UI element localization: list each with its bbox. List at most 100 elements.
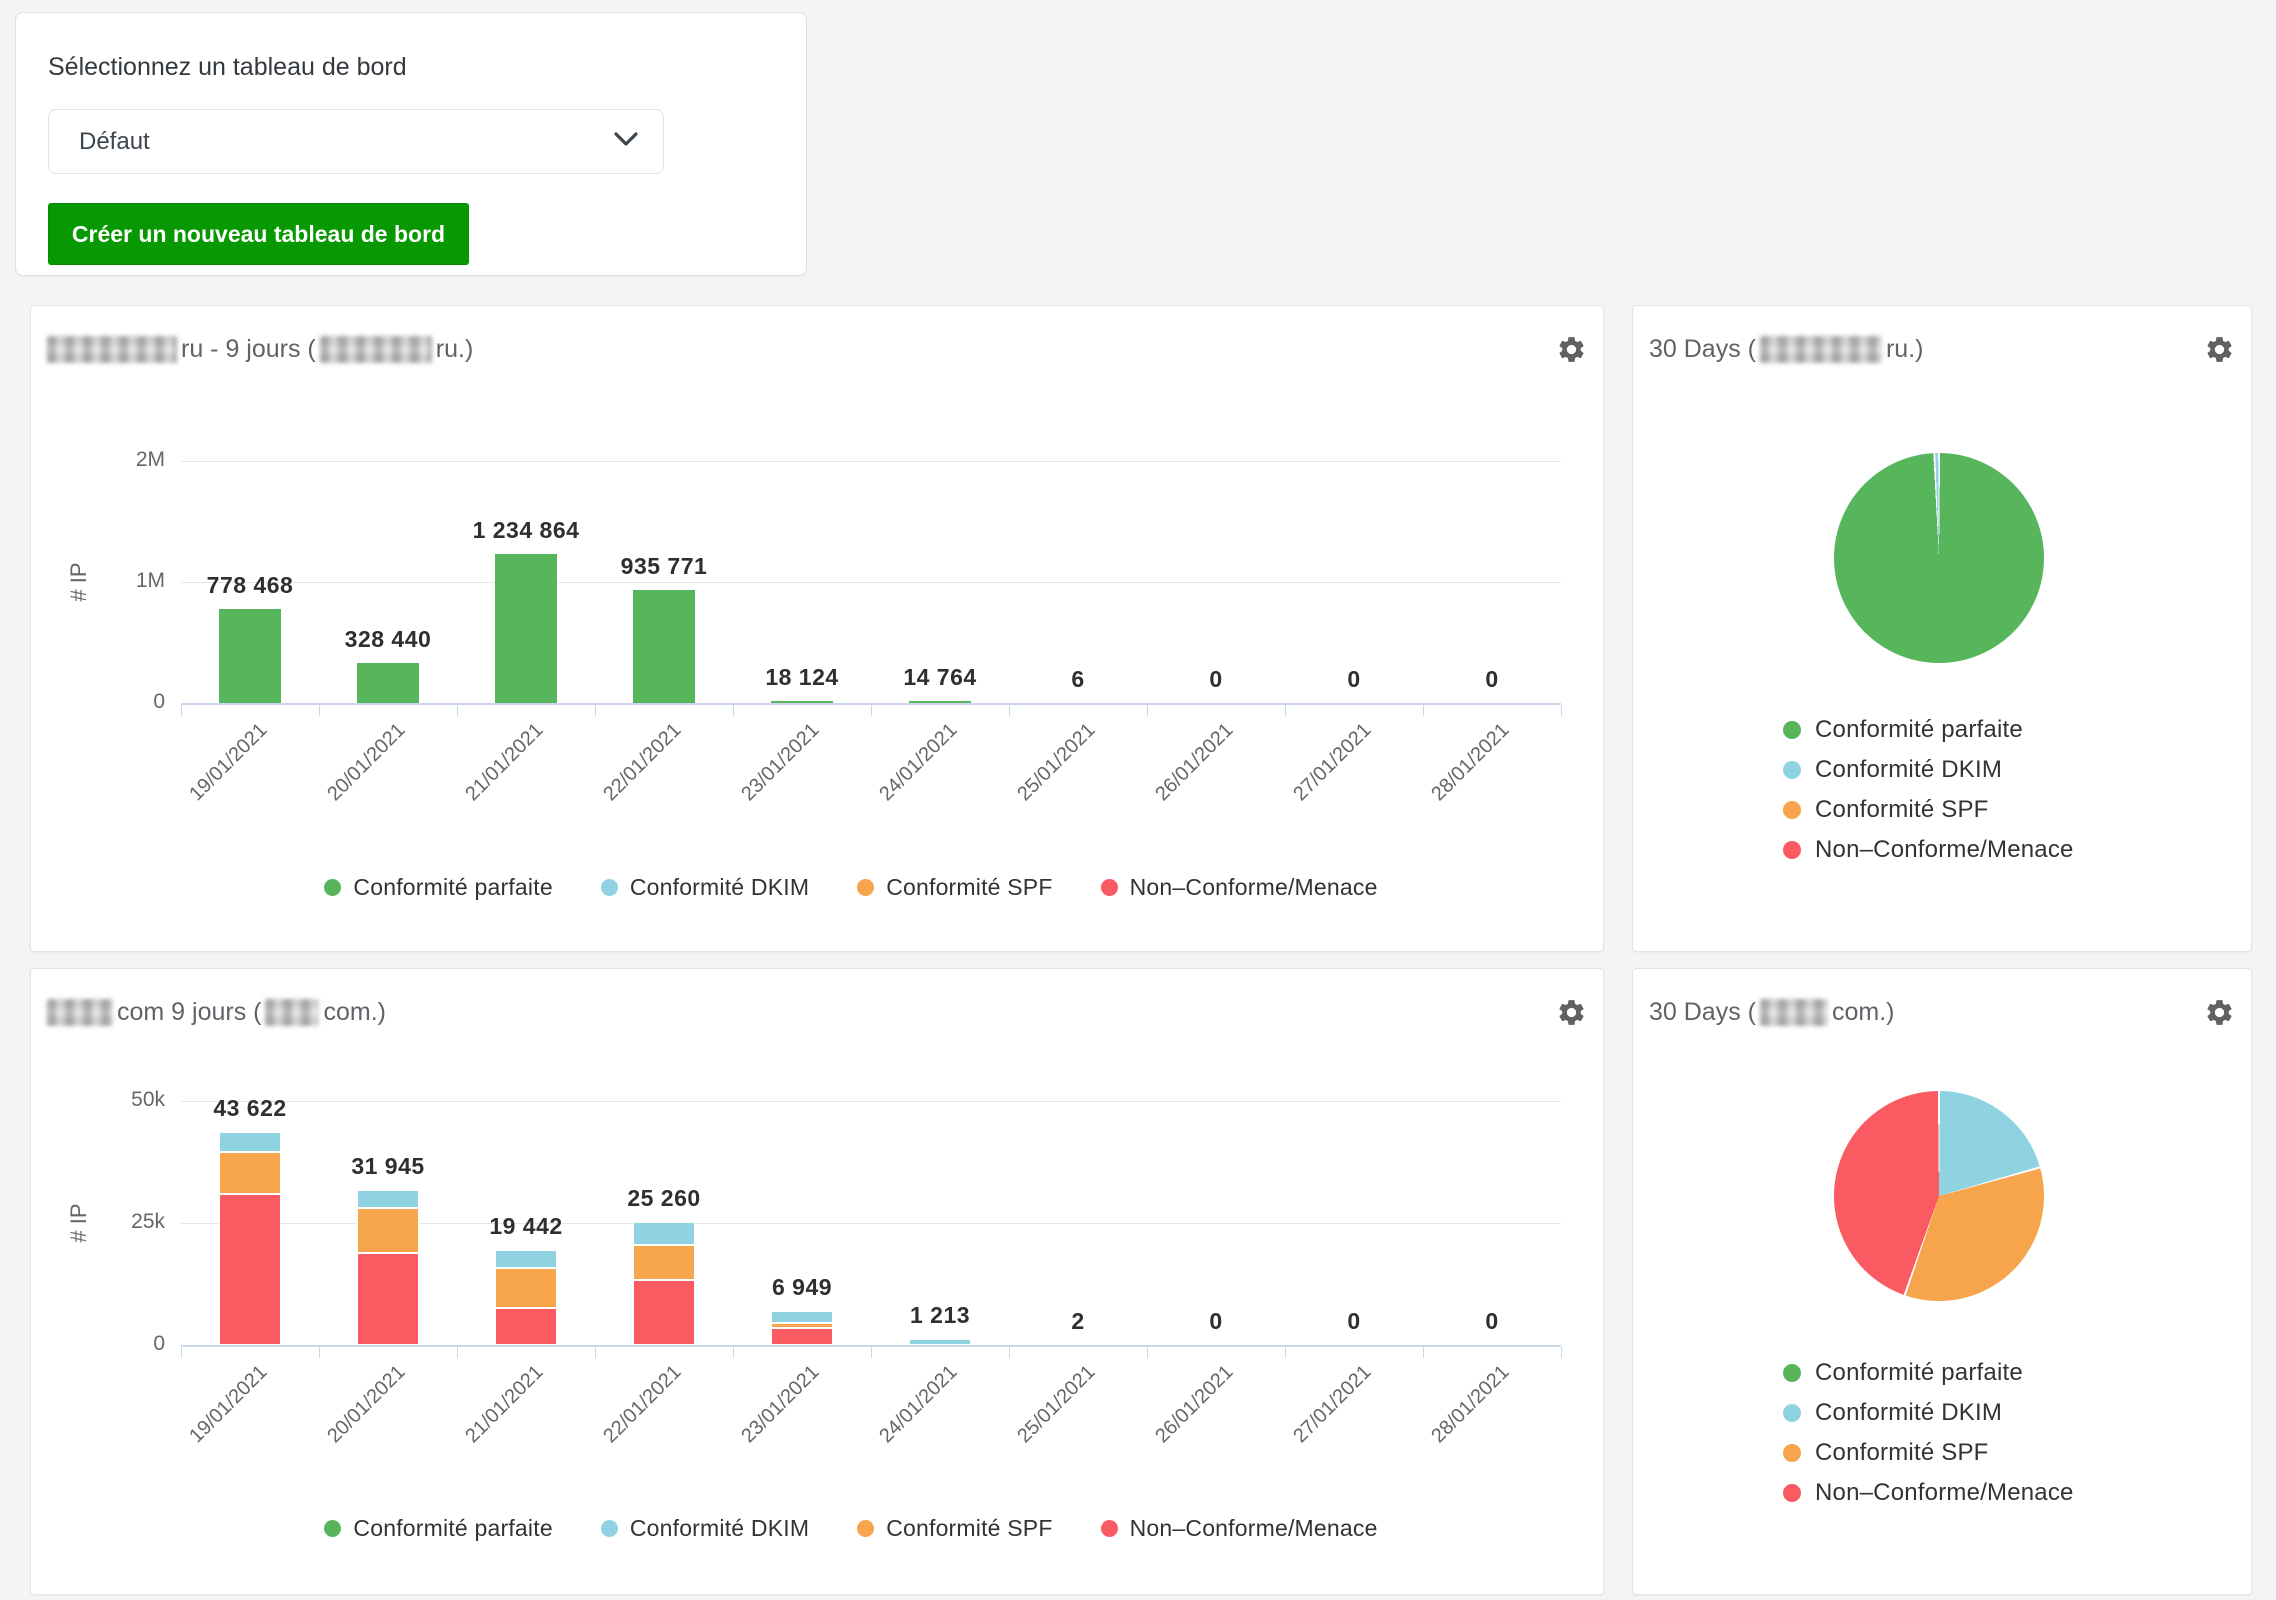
x-axis-tick	[1423, 705, 1425, 716]
legend-swatch-orange	[1783, 1444, 1801, 1462]
bar-value-label: 0	[1402, 666, 1582, 693]
bar-segment[interactable]	[219, 1152, 281, 1194]
gridline	[181, 1101, 1561, 1102]
pie-legend: Conformité parfaite Conformité DKIM Conf…	[1783, 1359, 2074, 1507]
bar-segment[interactable]	[357, 663, 419, 703]
y-axis-title: # IP	[66, 522, 92, 642]
x-axis-tick	[871, 1347, 873, 1358]
legend-item-conformite-dkim[interactable]: Conformité DKIM	[1783, 756, 2074, 784]
bar-segment[interactable]	[357, 1190, 419, 1208]
gear-icon[interactable]	[2204, 997, 2235, 1028]
dashboard-select-value: Défaut	[79, 128, 150, 156]
legend-label: Conformité parfaite	[353, 874, 552, 901]
bar-value-label: 31 945	[298, 1153, 478, 1180]
dashboard-selector-panel: Sélectionnez un tableau de bord Défaut C…	[15, 12, 807, 276]
legend-item-conformite-spf[interactable]: Conformité SPF	[857, 874, 1052, 901]
bar-segment[interactable]	[633, 1280, 695, 1345]
y-axis-tick-label: 1M	[103, 569, 165, 593]
legend-label: Conformité SPF	[1815, 1439, 1989, 1467]
legend-item-conformite-dkim[interactable]: Conformité DKIM	[601, 874, 809, 901]
bar-chart-card-ru: ru - 9 jours ( ru.) 2M1M0# IP778 46819/0…	[30, 305, 1604, 952]
legend-item-non-conforme[interactable]: Non–Conforme/Menace	[1101, 874, 1378, 901]
redacted-domain-text	[1760, 336, 1882, 363]
bar-segment[interactable]	[495, 1308, 557, 1345]
bar-segment[interactable]	[909, 1339, 971, 1345]
legend-item-non-conforme[interactable]: Non–Conforme/Menace	[1783, 1479, 2074, 1507]
legend-label: Non–Conforme/Menace	[1130, 1515, 1378, 1542]
y-axis-title: # IP	[66, 1163, 92, 1283]
x-axis-date-label: 19/01/2021	[150, 719, 272, 841]
chart-title: 30 Days ( com.)	[1649, 995, 1894, 1029]
bar-segment[interactable]	[633, 1245, 695, 1280]
pie-chart[interactable]	[1834, 1091, 2044, 1301]
legend-item-non-conforme[interactable]: Non–Conforme/Menace	[1783, 836, 2074, 864]
dashboard-select[interactable]: Défaut	[48, 109, 664, 174]
legend-item-conformite-parfaite[interactable]: Conformité parfaite	[324, 1515, 552, 1542]
x-axis-date-label: 24/01/2021	[840, 1361, 962, 1483]
bar-segment[interactable]	[495, 554, 557, 703]
legend-item-conformite-parfaite[interactable]: Conformité parfaite	[324, 874, 552, 901]
x-axis-date-label: 20/01/2021	[288, 1361, 410, 1483]
legend-item-conformite-spf[interactable]: Conformité SPF	[1783, 796, 2074, 824]
chart-title: ru - 9 jours ( ru.)	[47, 332, 473, 366]
x-axis-date-label: 23/01/2021	[702, 719, 824, 841]
legend-item-conformite-dkim[interactable]: Conformité DKIM	[601, 1515, 809, 1542]
x-axis-tick	[457, 705, 459, 716]
bar-segment[interactable]	[633, 1222, 695, 1245]
gear-icon[interactable]	[1556, 997, 1587, 1028]
bar-segment[interactable]	[771, 1328, 833, 1345]
x-axis-date-label: 25/01/2021	[978, 1361, 1100, 1483]
bar-value-label: 328 440	[298, 626, 478, 653]
legend-label: Conformité parfaite	[1815, 1359, 2023, 1387]
bar-segment[interactable]	[219, 1194, 281, 1345]
x-axis-tick	[1147, 705, 1149, 716]
redacted-domain-text	[320, 336, 432, 363]
bar-chart-card-com: com 9 jours ( com.) 50k25k0# IP43 62219/…	[30, 968, 1604, 1595]
legend-swatch-green	[1783, 721, 1801, 739]
bar-segment[interactable]	[771, 1323, 833, 1328]
x-axis-tick	[319, 705, 321, 716]
legend-swatch-red	[1783, 1484, 1801, 1502]
legend-swatch-green	[324, 1520, 341, 1537]
legend-item-conformite-parfaite[interactable]: Conformité parfaite	[1783, 1359, 2074, 1387]
bar-segment[interactable]	[219, 1132, 281, 1152]
legend-swatch-green	[1783, 1364, 1801, 1382]
chevron-down-icon	[613, 130, 639, 148]
x-axis-tick	[1285, 705, 1287, 716]
title-text: com.)	[323, 998, 386, 1027]
x-axis-date-label: 19/01/2021	[150, 1361, 272, 1483]
create-dashboard-button[interactable]: Créer un nouveau tableau de bord	[48, 203, 469, 265]
title-text: ru - 9 jours (	[181, 335, 316, 364]
legend-item-conformite-parfaite[interactable]: Conformité parfaite	[1783, 716, 2074, 744]
x-axis-tick	[1423, 1347, 1425, 1358]
legend-item-conformite-spf[interactable]: Conformité SPF	[1783, 1439, 2074, 1467]
legend-swatch-blue	[1783, 761, 1801, 779]
bar-segment[interactable]	[357, 1253, 419, 1345]
x-axis-date-label: 23/01/2021	[702, 1361, 824, 1483]
legend-item-non-conforme[interactable]: Non–Conforme/Menace	[1101, 1515, 1378, 1542]
legend-swatch-blue	[601, 1520, 618, 1537]
legend-item-conformite-spf[interactable]: Conformité SPF	[857, 1515, 1052, 1542]
gear-icon[interactable]	[1556, 334, 1587, 365]
redacted-domain-text	[47, 999, 113, 1026]
selector-label: Sélectionnez un tableau de bord	[48, 53, 407, 82]
legend-label: Conformité DKIM	[1815, 1399, 2002, 1427]
legend-item-conformite-dkim[interactable]: Conformité DKIM	[1783, 1399, 2074, 1427]
bar-segment[interactable]	[771, 1311, 833, 1323]
x-axis-tick	[181, 705, 183, 716]
x-axis-tick	[1009, 1347, 1011, 1358]
x-axis-date-label: 21/01/2021	[426, 719, 548, 841]
bar-segment[interactable]	[357, 1208, 419, 1253]
bar-segment[interactable]	[633, 590, 695, 703]
bar-segment[interactable]	[771, 701, 833, 703]
bar-value-label: 778 468	[160, 572, 340, 599]
bar-segment[interactable]	[219, 609, 281, 703]
bar-segment[interactable]	[495, 1268, 557, 1308]
legend-label: Conformité parfaite	[1815, 716, 2023, 744]
x-axis-tick	[1285, 1347, 1287, 1358]
pie-chart[interactable]	[1834, 453, 2044, 663]
bar-segment[interactable]	[909, 701, 971, 703]
gear-icon[interactable]	[2204, 334, 2235, 365]
x-axis-tick	[1147, 1347, 1149, 1358]
bar-segment[interactable]	[495, 1250, 557, 1268]
